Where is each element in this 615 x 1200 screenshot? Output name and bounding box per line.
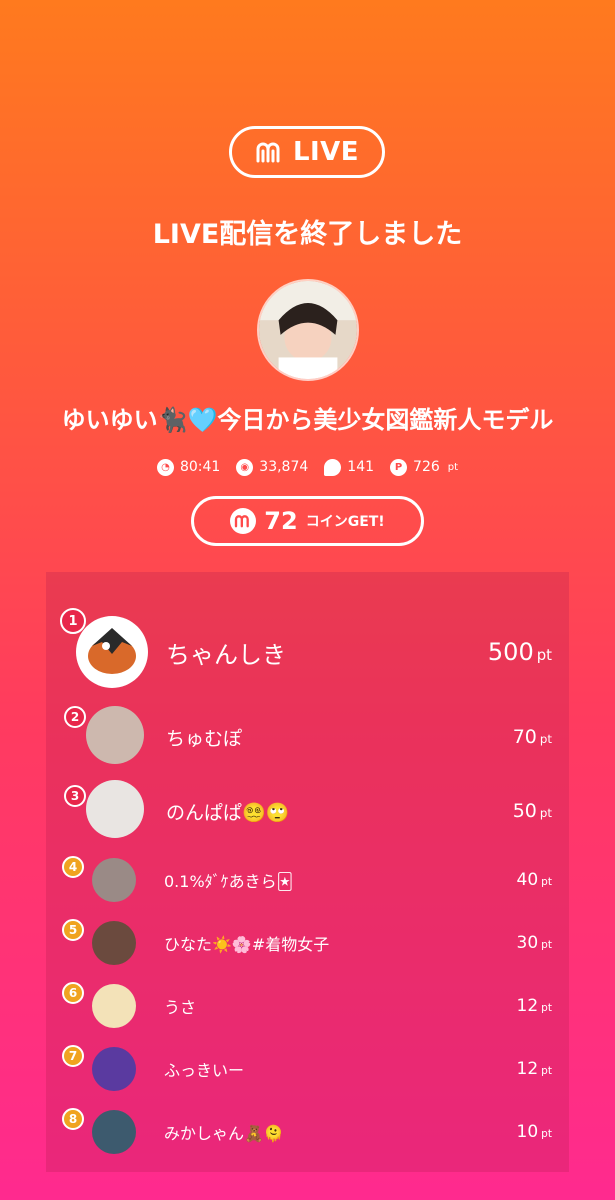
- points-value: 30: [516, 933, 539, 953]
- ranking-row[interactable]: 6 うさ 12 pt: [46, 982, 569, 1028]
- viewers-stat: ◉ 33,874: [236, 458, 309, 476]
- avatar[interactable]: [86, 780, 144, 838]
- comments-value: 141: [347, 459, 375, 475]
- avatar[interactable]: [86, 706, 144, 764]
- user-name[interactable]: ひなた☀️🌸#着物女子: [164, 931, 329, 955]
- user-points: 10 pt: [517, 1122, 552, 1142]
- rank-badge: 7: [62, 1045, 84, 1067]
- user-points: 30 pt: [517, 933, 552, 953]
- avatar[interactable]: [92, 858, 136, 902]
- points-unit: pt: [539, 732, 552, 746]
- avatar[interactable]: [92, 1110, 136, 1154]
- user-name[interactable]: のんぱぱ😵‍💫🙄: [166, 798, 289, 825]
- avatar[interactable]: [92, 1047, 136, 1091]
- points-unit: pt: [541, 1128, 552, 1140]
- ranking-row[interactable]: 2 ちゅむぽ 70 pt: [46, 706, 569, 768]
- comment-icon: [324, 458, 342, 476]
- rank-badge: 3: [64, 785, 86, 807]
- eye-icon: ◉: [236, 458, 254, 476]
- rank-badge: 4: [62, 856, 84, 878]
- rank-badge: 8: [62, 1108, 84, 1130]
- points-unit: pt: [539, 806, 552, 820]
- points-unit: pt: [541, 1002, 552, 1014]
- mixchannel-logo-icon: [256, 142, 280, 163]
- points-value: 10: [516, 1122, 539, 1142]
- viewers-value: 33,874: [259, 459, 309, 475]
- host-name: ゆいゆい🐈‍⬛🩵今日から美少女図鑑新人モデル: [61, 406, 554, 434]
- rank-badge: 6: [62, 982, 84, 1004]
- stats-bar: ◔ 80:41 ◉ 33,874 141 P 726 pt: [0, 455, 615, 479]
- points-unit: pt: [541, 876, 552, 888]
- avatar[interactable]: [92, 921, 136, 965]
- user-name[interactable]: 0.1%ﾀﾞｹあきら🃏: [164, 868, 293, 892]
- ranking-row[interactable]: 4 0.1%ﾀﾞｹあきら🃏 40 pt: [46, 856, 569, 902]
- user-name[interactable]: ふっきいー: [164, 1057, 244, 1081]
- user-points: 40 pt: [517, 870, 552, 890]
- ranking-row[interactable]: 1 ちゃんしき 500 pt: [46, 608, 569, 690]
- ranking-row[interactable]: 8 みかしゃん🧸🫠 10 pt: [46, 1108, 569, 1154]
- host-photo: [259, 281, 357, 379]
- points-value: 40: [516, 870, 539, 890]
- points-value: 12: [516, 1059, 539, 1079]
- coin-count: 72: [264, 507, 298, 535]
- comments-stat: 141: [324, 458, 375, 476]
- points-unit: pt: [541, 939, 552, 951]
- user-points: 70 pt: [513, 726, 552, 748]
- ranking-list: 1 ちゃんしき 500 pt 2 ちゅむぽ 70 pt 3 のんぱぱ😵‍💫🙄 50 p…: [46, 572, 569, 1172]
- live-label: LIVE: [292, 137, 360, 167]
- user-points: 500 pt: [488, 638, 552, 666]
- points-value: 726: [413, 459, 440, 475]
- ranking-row[interactable]: 3 のんぱぱ😵‍💫🙄 50 pt: [46, 780, 569, 842]
- rank-badge: 1: [60, 608, 86, 634]
- coin-badge: 72 コインGET!: [191, 496, 424, 546]
- user-name[interactable]: みかしゃん🧸🫠: [164, 1120, 284, 1144]
- points-unit: pt: [541, 1065, 552, 1077]
- user-points: 12 pt: [517, 996, 552, 1016]
- user-name[interactable]: ちゅむぽ: [166, 724, 242, 751]
- host-avatar: [257, 279, 359, 381]
- user-points: 12 pt: [517, 1059, 552, 1079]
- ranking-row[interactable]: 5 ひなた☀️🌸#着物女子 30 pt: [46, 919, 569, 965]
- points-stat: P 726 pt: [390, 458, 459, 476]
- points-value: 500: [487, 638, 534, 666]
- rank-badge: 5: [62, 919, 84, 941]
- points-unit: pt: [536, 646, 552, 664]
- duration-value: 80:41: [179, 459, 221, 475]
- points-icon: P: [390, 458, 408, 476]
- user-name[interactable]: うさ: [164, 994, 196, 1018]
- ranking-row[interactable]: 7 ふっきいー 12 pt: [46, 1045, 569, 1091]
- duration-stat: ◔ 80:41: [156, 458, 221, 476]
- coin-label: コインGET!: [305, 514, 385, 530]
- user-points: 50 pt: [513, 800, 552, 822]
- coin-icon: [230, 508, 257, 534]
- page-title: LIVE配信を終了しました: [152, 219, 463, 250]
- points-value: 50: [512, 800, 537, 822]
- points-value: 12: [516, 996, 539, 1016]
- user-name[interactable]: ちゃんしき: [166, 635, 286, 670]
- points-unit: pt: [447, 461, 459, 473]
- clock-icon: ◔: [156, 458, 174, 476]
- avatar[interactable]: [92, 984, 136, 1028]
- rank-badge: 2: [64, 706, 86, 728]
- live-badge: LIVE: [229, 126, 385, 178]
- points-value: 70: [512, 726, 537, 748]
- avatar[interactable]: [76, 616, 148, 688]
